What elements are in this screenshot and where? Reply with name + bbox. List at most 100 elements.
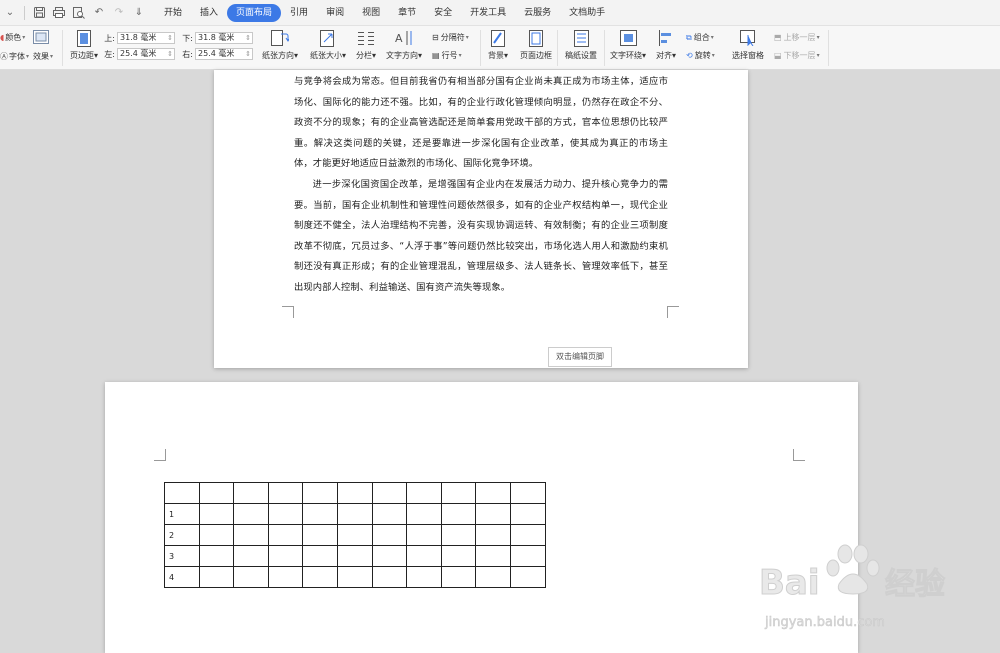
page-1-body[interactable]: 与竞争将会成为常态。但目前我省仍有相当部分国有企业尚未真正成为市场主体，适应市场… — [294, 72, 668, 299]
send-backward-button[interactable]: ⬓ 下移一层 ▾ — [774, 50, 820, 61]
table-cell[interactable] — [440, 524, 477, 546]
document-page-1[interactable]: 与竞争将会成为常态。但目前我省仍有相当部分国有企业尚未真正成为市场主体，适应市场… — [214, 70, 748, 368]
document-page-2[interactable]: 1234 — [105, 382, 858, 653]
tab-view[interactable]: 视图 — [353, 4, 389, 22]
table-cell[interactable] — [509, 524, 546, 546]
margin-top-input[interactable]: 31.8 毫米 — [117, 32, 175, 44]
table-cell[interactable] — [233, 503, 269, 525]
align-button[interactable]: 对齐▾ — [644, 29, 688, 61]
breaks-button[interactable]: ⊟ 分隔符 ▾ — [432, 32, 469, 43]
table-cell[interactable] — [302, 545, 338, 567]
print-preview-icon[interactable] — [72, 6, 86, 20]
table-row[interactable]: 2 — [164, 524, 546, 546]
table-row-label-cell[interactable]: 3 — [164, 545, 200, 567]
table-cell[interactable] — [198, 482, 235, 504]
table-cell[interactable] — [371, 503, 408, 525]
table-cell[interactable] — [302, 566, 338, 588]
print-icon[interactable] — [52, 6, 66, 20]
table-cell[interactable] — [509, 503, 546, 525]
table-cell[interactable] — [198, 524, 235, 546]
table-row-label-cell[interactable]: 4 — [164, 566, 200, 588]
table-row-label-cell[interactable]: 2 — [164, 524, 200, 546]
table-cell[interactable] — [302, 482, 338, 504]
page-border-button[interactable]: 页面边框 — [514, 29, 558, 61]
table-row[interactable]: 3 — [164, 545, 546, 567]
table-cell[interactable] — [475, 545, 511, 567]
tab-developer[interactable]: 开发工具 — [461, 4, 515, 22]
table-cell[interactable] — [475, 482, 511, 504]
text-direction-button[interactable]: A 文字方向▾ — [382, 29, 426, 61]
table-cell[interactable] — [440, 566, 477, 588]
table-cell[interactable] — [406, 503, 442, 525]
bring-forward-button[interactable]: ⬒ 上移一层 ▾ — [774, 32, 820, 43]
margin-left-input[interactable]: 25.4 毫米 — [117, 48, 175, 60]
document-table[interactable]: 1234 — [164, 482, 546, 588]
table-row[interactable]: 1 — [164, 503, 546, 525]
draft-settings-button[interactable]: 稿纸设置 — [559, 29, 603, 61]
group-button[interactable]: ⧉ 组合 ▾ — [686, 32, 714, 43]
table-row[interactable] — [164, 482, 546, 504]
select-pane-button[interactable]: 选择窗格 — [726, 29, 770, 61]
table-cell[interactable] — [267, 524, 304, 546]
table-cell[interactable] — [406, 482, 442, 504]
margin-right-input[interactable]: 25.4 毫米 — [195, 48, 253, 60]
margin-left-field[interactable]: 左: 25.4 毫米 — [103, 48, 175, 60]
table-cell[interactable] — [371, 566, 408, 588]
table-cell[interactable] — [371, 545, 408, 567]
table-row-label-cell[interactable]: 1 — [164, 503, 200, 525]
tab-cloud[interactable]: 云服务 — [515, 4, 560, 22]
customize-icon[interactable]: ⇓ — [132, 6, 146, 20]
theme-color-button[interactable]: ◖ 颜色 ▾ — [0, 32, 25, 43]
tab-review[interactable]: 审阅 — [317, 4, 353, 22]
margins-button[interactable]: 页边距▾ — [62, 29, 106, 61]
table-cell[interactable] — [198, 545, 235, 567]
table-cell[interactable] — [336, 482, 373, 504]
rotate-button[interactable]: ⟲ 旋转 ▾ — [686, 50, 715, 61]
table-cell[interactable] — [406, 566, 442, 588]
table-cell[interactable] — [440, 545, 477, 567]
tab-insert[interactable]: 插入 — [191, 4, 227, 22]
table-cell[interactable] — [509, 566, 546, 588]
table-cell[interactable] — [198, 503, 235, 525]
tab-home[interactable]: 开始 — [155, 4, 191, 22]
theme-effect-button[interactable]: 效果 ▾ — [33, 51, 53, 62]
menu-chevron-icon[interactable]: ⌄ — [3, 6, 17, 20]
tab-sections[interactable]: 章节 — [389, 4, 425, 22]
orientation-button[interactable]: 纸张方向▾ — [258, 29, 302, 61]
table-cell[interactable] — [336, 503, 373, 525]
redo-icon[interactable]: ↷ — [112, 6, 126, 20]
table-cell[interactable] — [233, 545, 269, 567]
table-cell[interactable] — [302, 524, 338, 546]
undo-icon[interactable]: ↶ — [92, 6, 106, 20]
paragraph-1[interactable]: 与竞争将会成为常态。但目前我省仍有相当部分国有企业尚未真正成为市场主体，适应市场… — [294, 72, 668, 175]
table-cell[interactable] — [302, 503, 338, 525]
table-cell[interactable] — [440, 503, 477, 525]
table-cell[interactable] — [267, 503, 304, 525]
table-cell[interactable] — [233, 482, 269, 504]
table-cell[interactable] — [406, 545, 442, 567]
table-cell[interactable] — [475, 524, 511, 546]
paragraph-2[interactable]: 进一步深化国资国企改革，是增强国有企业内在发展活力动力、提升核心竞争力的需要。当… — [294, 175, 668, 299]
edit-footer-hint[interactable]: 双击编辑页脚 — [548, 347, 612, 367]
margin-bottom-input[interactable]: 31.8 毫米 — [195, 32, 253, 44]
table-cell[interactable] — [233, 566, 269, 588]
table-cell[interactable] — [267, 482, 304, 504]
theme-font-button[interactable]: Ⓐ 字体 ▾ — [0, 51, 29, 62]
table-cell[interactable] — [336, 524, 373, 546]
table-cell[interactable] — [267, 566, 304, 588]
tab-page-layout[interactable]: 页面布局 — [227, 3, 282, 22]
margin-top-field[interactable]: 上: 31.8 毫米 — [103, 32, 175, 44]
table-cell[interactable] — [475, 503, 511, 525]
line-numbers-button[interactable]: ▤ 行号 ▾ — [432, 50, 462, 61]
margin-right-field[interactable]: 右: 25.4 毫米 — [181, 48, 253, 60]
table-cell[interactable] — [509, 482, 546, 504]
save-icon[interactable] — [32, 6, 46, 20]
table-cell[interactable] — [440, 482, 477, 504]
tab-references[interactable]: 引用 — [281, 4, 317, 22]
margin-bottom-field[interactable]: 下: 31.8 毫米 — [181, 32, 253, 44]
table-row-label-cell[interactable] — [164, 482, 200, 504]
table-cell[interactable] — [198, 566, 235, 588]
tab-doc-assistant[interactable]: 文档助手 — [560, 4, 614, 22]
table-row[interactable]: 4 — [164, 566, 546, 588]
table-cell[interactable] — [371, 482, 408, 504]
